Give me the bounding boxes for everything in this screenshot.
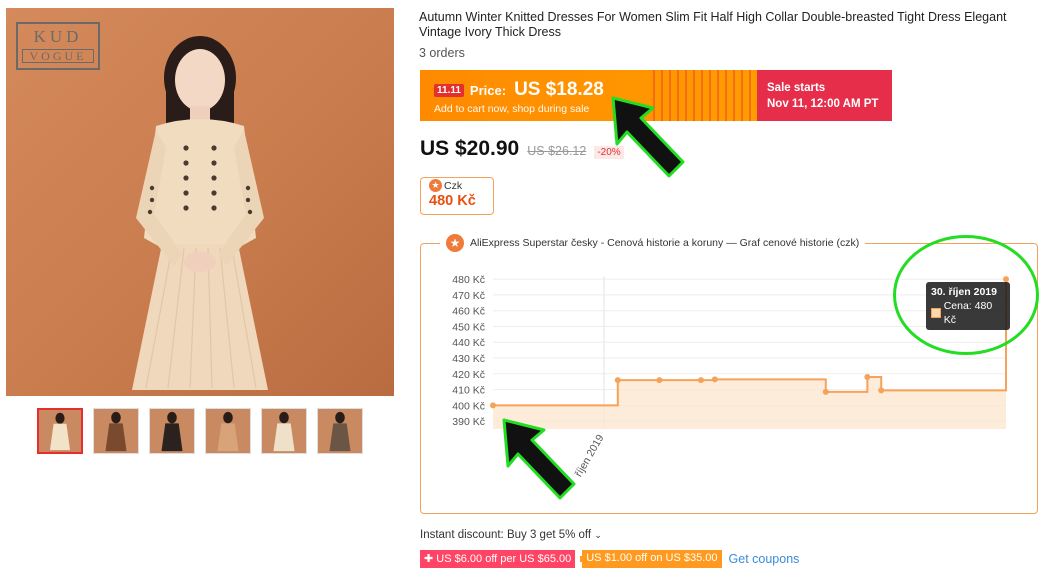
coupons-row: ✚ US $6.00 off per US $65.00 US $1.00 of… [420, 550, 799, 568]
promo-price: US $18.28 [514, 79, 604, 100]
sale-starts-label: Sale starts [767, 82, 826, 94]
coupon-select[interactable]: US $1.00 off on US $35.00 [580, 550, 722, 568]
product-thumbnail[interactable] [261, 408, 307, 454]
product-title: Autumn Winter Knitted Dresses For Women … [419, 10, 1007, 39]
price-row: US $20.90 US $26.12 -20% [420, 137, 624, 161]
coupon-store[interactable]: ✚ US $6.00 off per US $65.00 [420, 550, 576, 568]
data-point [878, 387, 885, 394]
annotation-arrow-icon [611, 96, 685, 178]
product-thumbnail[interactable] [317, 408, 363, 454]
instant-discount[interactable]: Instant discount: Buy 3 get 5% off ⌄ [420, 529, 602, 541]
star-icon: ★ [446, 234, 464, 252]
star-icon: ★ [429, 179, 442, 192]
annotation-circle [893, 235, 1039, 355]
data-point [656, 377, 663, 384]
product-thumbnail[interactable] [37, 408, 83, 454]
chevron-down-icon: ⌄ [594, 530, 602, 540]
data-point [490, 402, 496, 409]
promo-subtitle: Add to cart now, shop during sale [434, 103, 590, 115]
instant-discount-text: Instant discount: Buy 3 get 5% off [420, 529, 592, 541]
sale-1111-badge: 11.11 [434, 83, 464, 97]
thumbnail-strip [37, 408, 363, 454]
data-point [822, 388, 829, 395]
promo-price-section: 11.11 Price: US $18.28 Add to cart now, … [420, 70, 757, 121]
product-main-image[interactable]: KUD VOGUE [6, 8, 394, 396]
annotation-arrow-icon [502, 418, 576, 500]
get-coupons-link[interactable]: Get coupons [729, 552, 800, 566]
product-thumbnail[interactable] [149, 408, 195, 454]
y-tick-label: 480 Kč [452, 274, 485, 286]
y-tick-label: 430 Kč [452, 353, 485, 365]
y-tick-label: 410 Kč [452, 385, 485, 397]
czk-value: 480 Kč [429, 193, 476, 209]
original-price: US $26.12 [527, 144, 587, 158]
product-thumbnail[interactable] [205, 408, 251, 454]
y-tick-label: 390 Kč [452, 416, 485, 428]
current-price: US $20.90 [420, 137, 520, 160]
y-tick-label: 470 Kč [452, 290, 485, 302]
data-point [711, 376, 718, 383]
orders-count: 3 orders [419, 46, 465, 60]
y-tick-label: 440 Kč [452, 337, 485, 349]
czk-label: Czk [444, 179, 463, 192]
data-point [864, 373, 871, 380]
chart-legend: ★ AliExpress Superstar česky - Cenová hi… [440, 234, 866, 252]
product-thumbnail[interactable] [93, 408, 139, 454]
coupon-store-text: US $6.00 off per US $65.00 [436, 553, 572, 565]
chart-legend-text: AliExpress Superstar česky - Cenová hist… [470, 237, 860, 249]
promo-price-label: Price: [469, 82, 507, 98]
czk-price-badge[interactable]: ★ Czk 480 Kč [420, 177, 494, 215]
y-tick-label: 420 Kč [452, 369, 485, 381]
data-point [614, 377, 621, 384]
y-tick-label: 460 Kč [452, 306, 485, 318]
brand-logo: KUD VOGUE [16, 22, 100, 70]
sale-start-section: Sale starts Nov 11, 12:00 AM PT [757, 70, 892, 121]
sale-start-date: Nov 11, 12:00 AM PT [767, 98, 879, 110]
y-tick-label: 400 Kč [452, 400, 485, 412]
y-tick-label: 450 Kč [452, 321, 485, 333]
data-point [697, 377, 704, 384]
